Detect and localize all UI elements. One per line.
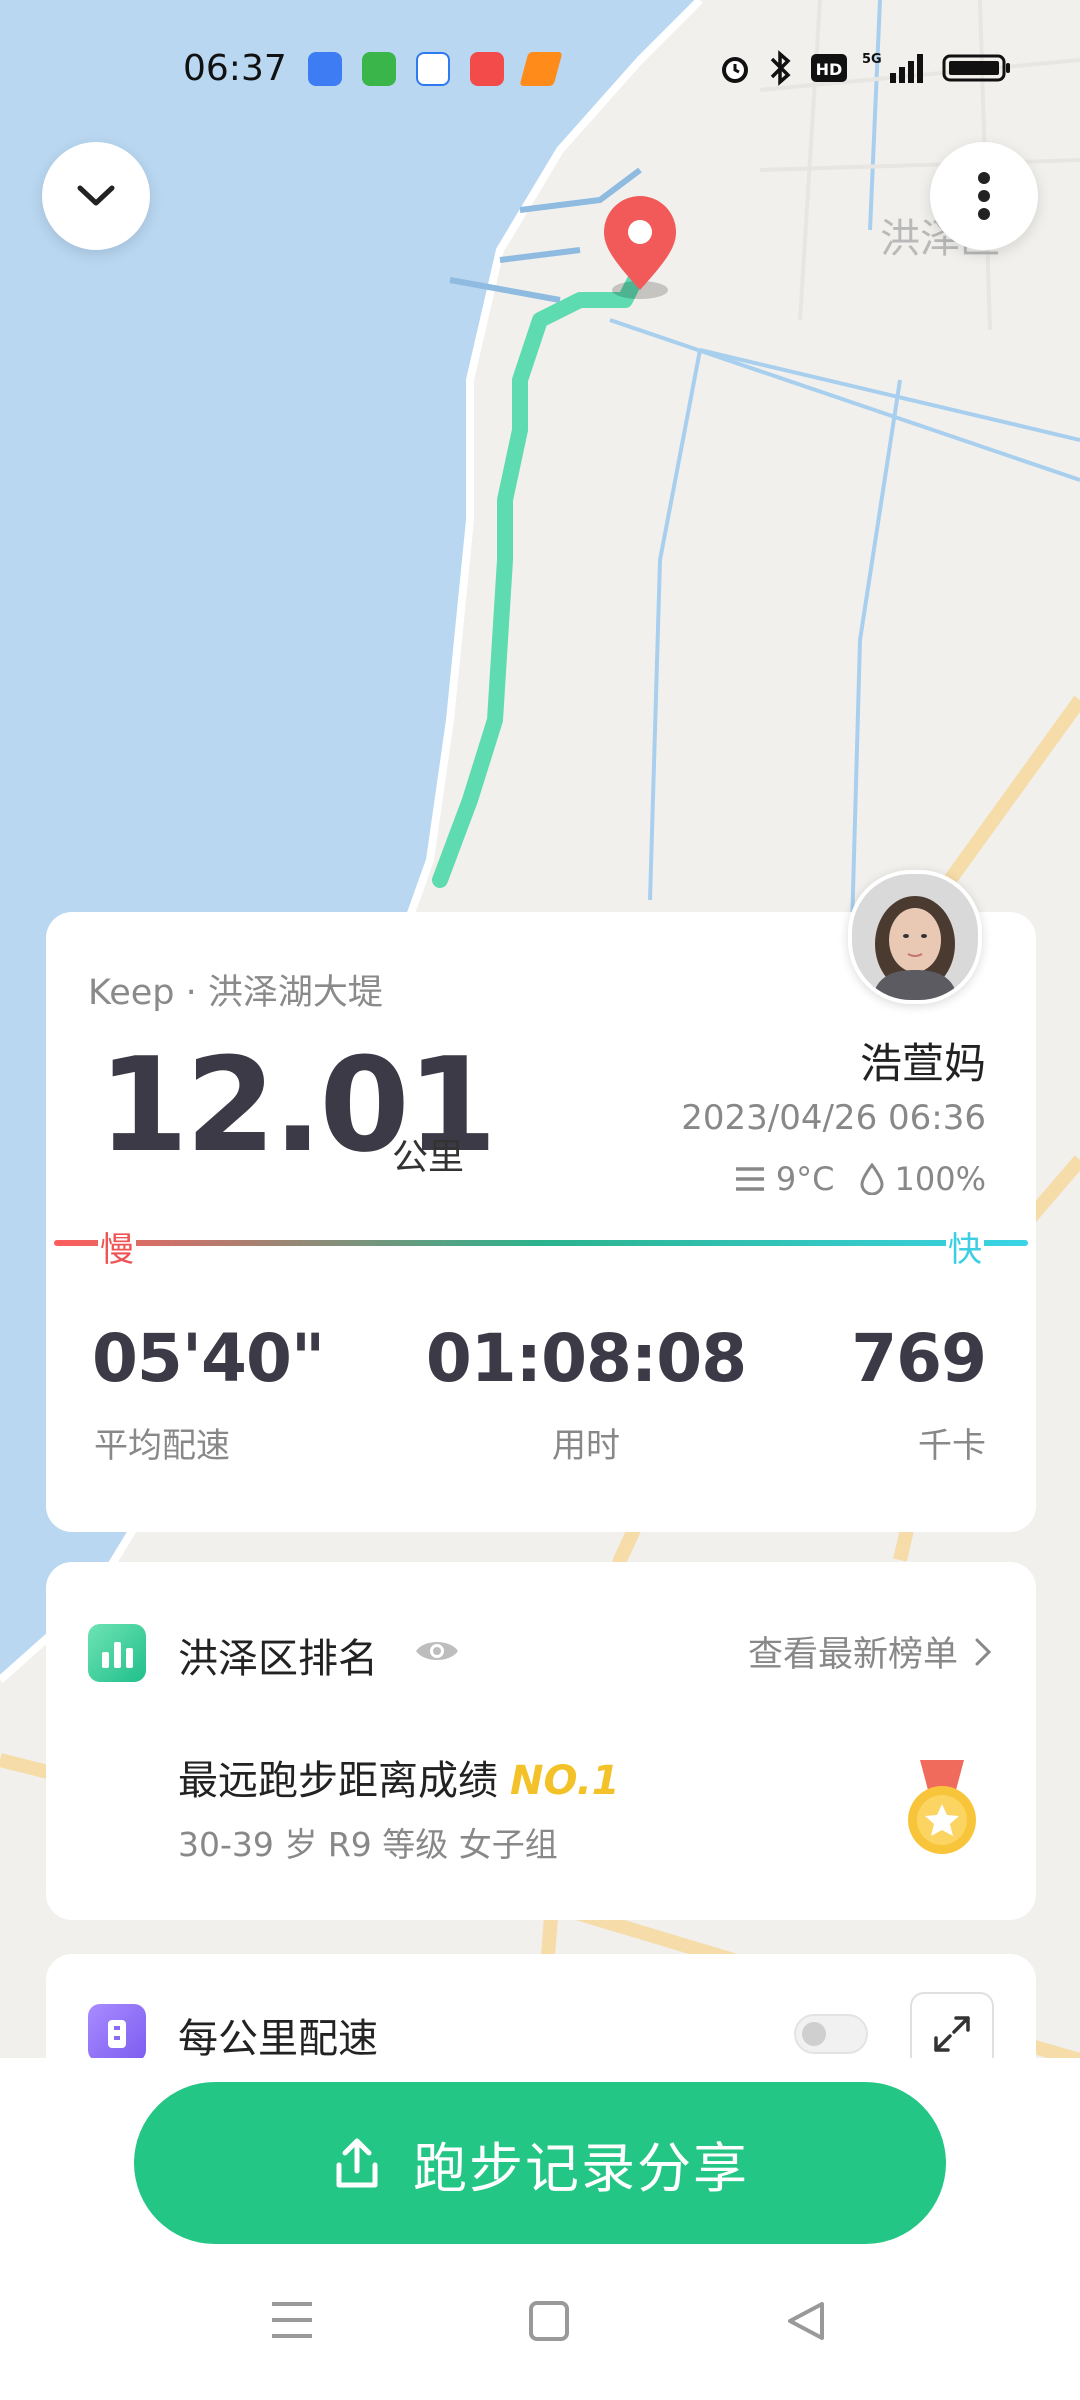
achievement-text: 最远跑步距离成绩 NO.1: [178, 1748, 620, 1806]
run-source: Keep · 洪泽湖大堤: [88, 973, 383, 1013]
humidity-icon: [860, 1163, 884, 1195]
avatar-photo: [852, 874, 978, 1000]
share-run-button[interactable]: 跑步记录分享: [134, 2082, 946, 2244]
share-icon: [336, 2138, 378, 2188]
svg-text:5G: 5G: [862, 52, 882, 67]
share-run-label: 跑步记录分享: [413, 2136, 749, 2200]
pet-app-icon: [470, 52, 504, 86]
browser-icon: [416, 52, 450, 86]
pace-gradient-bar: [54, 1240, 1028, 1246]
weather-info: 9°C 100%: [734, 1160, 986, 1198]
duration-label: 用时: [552, 1426, 620, 1466]
status-bar: 06:37 HD 5G: [0, 0, 1080, 140]
notification-icons: [308, 52, 563, 86]
calories-value: 769: [851, 1320, 987, 1397]
menu-nav-icon[interactable]: [270, 2300, 314, 2340]
bluetooth-icon: [770, 50, 791, 86]
alarm-icon: [722, 57, 748, 83]
run-datetime: 2023/04/26 06:36: [681, 1098, 986, 1138]
more-options-button[interactable]: [930, 142, 1038, 250]
app-store-icon: [362, 52, 396, 86]
system-status-icons: HD 5G: [718, 50, 1012, 86]
shopping-app-icon: [519, 52, 563, 86]
fast-label: 快: [946, 1222, 984, 1271]
gold-medal-icon: [908, 1760, 976, 1854]
run-summary-card: Keep · 洪泽湖大堤 12.01 公里 浩萱妈 2023/04/26 06:…: [46, 912, 1036, 1532]
more-vertical-icon: [978, 172, 990, 220]
expand-icon: [934, 2016, 970, 2052]
district-ranking-card[interactable]: 洪泽区排名 查看最新榜单 最远跑步距离成绩 NO.1 30-39 岁 R9 等级 …: [46, 1562, 1036, 1920]
pace-section-icon: [88, 2004, 146, 2062]
ranking-title: 洪泽区排名: [178, 1636, 378, 1682]
weather-app-icon: [308, 52, 342, 86]
avg-pace-value: 05'40": [92, 1320, 325, 1397]
age-group-label: 30-39 岁 R9 等级 女子组: [178, 1825, 558, 1864]
collapse-button[interactable]: [42, 142, 150, 250]
view-latest-ranking-link[interactable]: 查看最新榜单: [748, 1626, 992, 1677]
ranking-chart-icon: [88, 1624, 146, 1682]
avg-pace-label: 平均配速: [94, 1426, 230, 1466]
status-time: 06:37: [183, 48, 287, 89]
hd-icon: HD: [811, 54, 847, 82]
slow-label: 慢: [98, 1222, 136, 1271]
back-nav-icon[interactable]: [786, 2300, 826, 2342]
pace-display-toggle[interactable]: [794, 2014, 868, 2054]
svg-text:HD: HD: [816, 60, 843, 79]
achievement-label: 最远跑步距离成绩: [178, 1758, 498, 1804]
rank-badge: NO.1: [510, 1758, 620, 1804]
user-avatar[interactable]: [848, 870, 982, 1004]
humidity: 100%: [894, 1160, 986, 1198]
chevron-down-icon: [77, 185, 115, 206]
user-name: 浩萱妈: [859, 1039, 986, 1088]
view-latest-ranking-label: 查看最新榜单: [747, 1635, 958, 1675]
duration-value: 01:08:08: [425, 1320, 747, 1397]
pace-section-title: 每公里配速: [178, 2016, 378, 2062]
eye-icon[interactable]: [414, 1636, 460, 1666]
home-nav-icon[interactable]: [528, 2300, 570, 2342]
temperature: 9°C: [775, 1160, 835, 1198]
fog-icon: [735, 1167, 764, 1191]
calories-label: 千卡: [918, 1426, 986, 1466]
distance-unit: 公里: [392, 1137, 465, 1178]
signal-5g-icon: 5G: [862, 52, 923, 83]
chevron-right-icon: [975, 1638, 992, 1665]
battery-icon: [942, 54, 1010, 82]
